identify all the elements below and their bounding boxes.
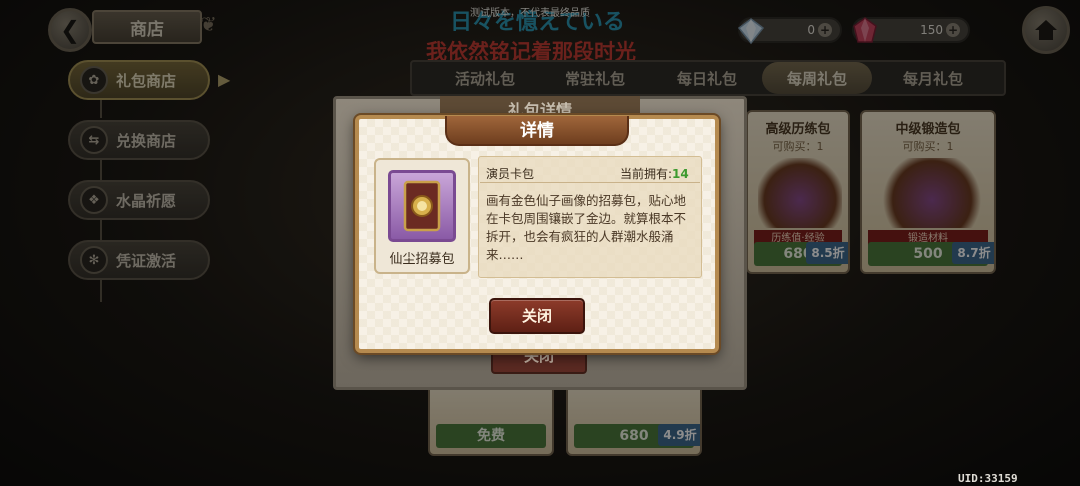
dialog-title: 详情 <box>445 116 629 146</box>
owned-label: 当前拥有: <box>620 167 673 181</box>
close-button[interactable]: 关闭 <box>489 298 585 334</box>
item-name: 仙尘招募包 <box>389 252 455 267</box>
item-description: 画有金色仙子画像的招募包，贴心地在卡包周围镶嵌了金边。就算根本不拆开，也会有疯狂… <box>486 193 687 262</box>
owned-value: 14 <box>672 167 689 181</box>
item-type: 演员卡包 <box>486 167 535 181</box>
card-pack-icon <box>403 180 441 232</box>
item-icon-box <box>388 170 456 242</box>
info-divider <box>480 182 700 183</box>
item-owned: 当前拥有:14 <box>620 165 689 182</box>
user-id: UID:33159 <box>958 472 1018 485</box>
